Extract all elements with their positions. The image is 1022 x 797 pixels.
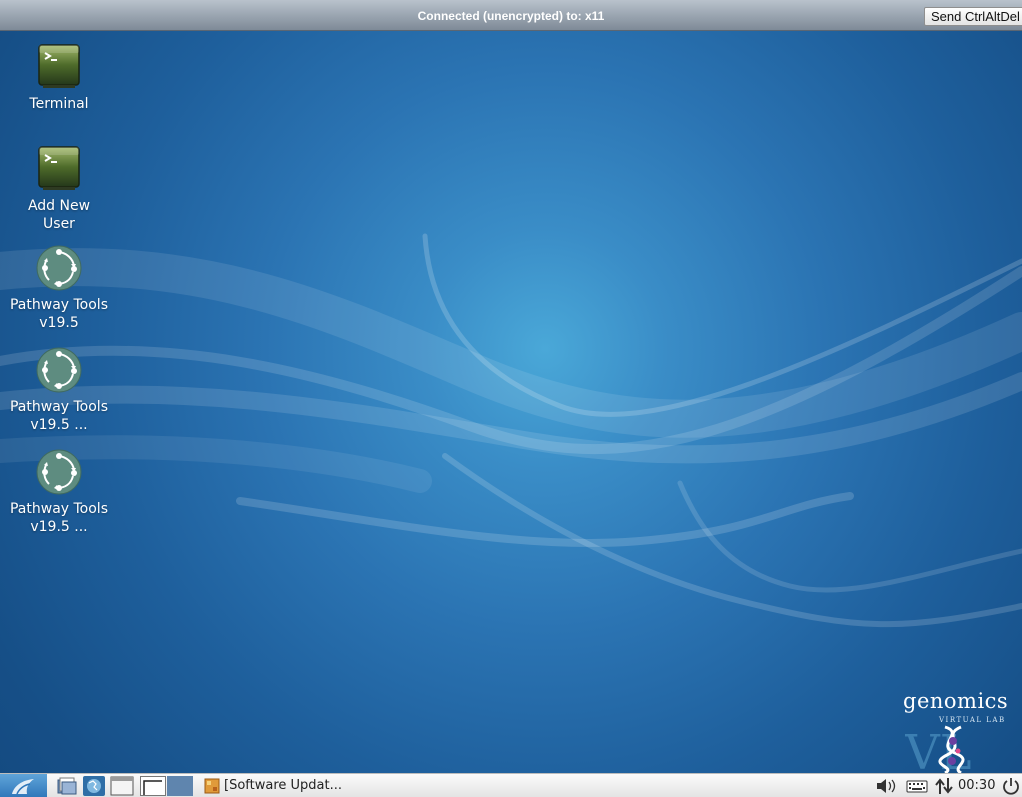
web-browser-button[interactable] [82, 776, 106, 796]
clock[interactable]: 00:30 [958, 776, 995, 796]
volume-control[interactable] [874, 776, 898, 796]
desktop-icon-add-new-user[interactable]: Add New User [0, 145, 118, 233]
network-indicator[interactable] [933, 776, 955, 796]
workspace-icon [140, 776, 166, 796]
taskbar: [Software Updat... 00:30 [0, 773, 1022, 797]
desktop-icon-pathway-tools-2[interactable]: Pathway Tools v19.5 ... [0, 346, 118, 434]
taskbar-window-software-updater[interactable]: [Software Updat... [224, 776, 374, 796]
desktop[interactable]: Terminal Add New User Pathway Tools v19.… [0, 31, 1022, 773]
power-icon [1003, 778, 1019, 795]
terminal-icon [38, 146, 80, 190]
software-updater-task-icon [204, 778, 222, 797]
globe-icon [83, 776, 105, 796]
dna-logo-icon: VL [905, 725, 972, 773]
pathway-tools-icon [36, 449, 82, 495]
desktop-icon-label: Pathway Tools v19.5 ... [9, 501, 108, 535]
logo-wordmark: genomics [903, 689, 1009, 713]
desktop-icon-pathway-tools-3[interactable]: Pathway Tools v19.5 ... [0, 448, 118, 536]
file-manager-button[interactable] [56, 776, 78, 796]
network-arrows-icon [935, 778, 953, 794]
workspace-2-button[interactable] [167, 776, 193, 796]
application-menu-button[interactable] [0, 774, 47, 797]
terminal-icon [38, 44, 80, 88]
send-ctrl-alt-del-button[interactable]: Send CtrlAltDel [924, 7, 1022, 26]
wallpaper-waves [0, 233, 1022, 628]
application-window-button[interactable] [110, 776, 134, 796]
vnc-toolbar: Connected (unencrypted) to: x11 Send Ctr… [0, 0, 1022, 31]
desktop-icon-pathway-tools-1[interactable]: Pathway Tools v19.5 [0, 244, 118, 332]
window-icon [110, 776, 134, 796]
pathway-tools-icon [36, 347, 82, 393]
desktop-icon-label: Terminal [29, 96, 89, 112]
desktop-icon-label: Pathway Tools v19.5 ... [9, 399, 108, 433]
package-icon [204, 778, 220, 794]
keyboard-icon [906, 780, 928, 793]
desktop-icon-terminal[interactable]: Terminal [0, 43, 118, 113]
pathway-tools-icon [36, 245, 82, 291]
desktop-icon-label: Pathway Tools v19.5 [9, 297, 108, 331]
genomics-virtual-lab-logo: genomics VIRTUAL LAB VL [895, 689, 1013, 773]
folder-icon [57, 777, 77, 795]
workspace-1-button[interactable] [140, 776, 166, 796]
keyboard-layout-indicator[interactable] [905, 776, 929, 796]
connection-status: Connected (unencrypted) to: x11 [417, 9, 605, 23]
desktop-icon-label: Add New User [27, 198, 91, 232]
speaker-icon [877, 779, 896, 793]
lxde-logo-icon [12, 779, 34, 795]
logout-button[interactable] [1001, 776, 1021, 796]
